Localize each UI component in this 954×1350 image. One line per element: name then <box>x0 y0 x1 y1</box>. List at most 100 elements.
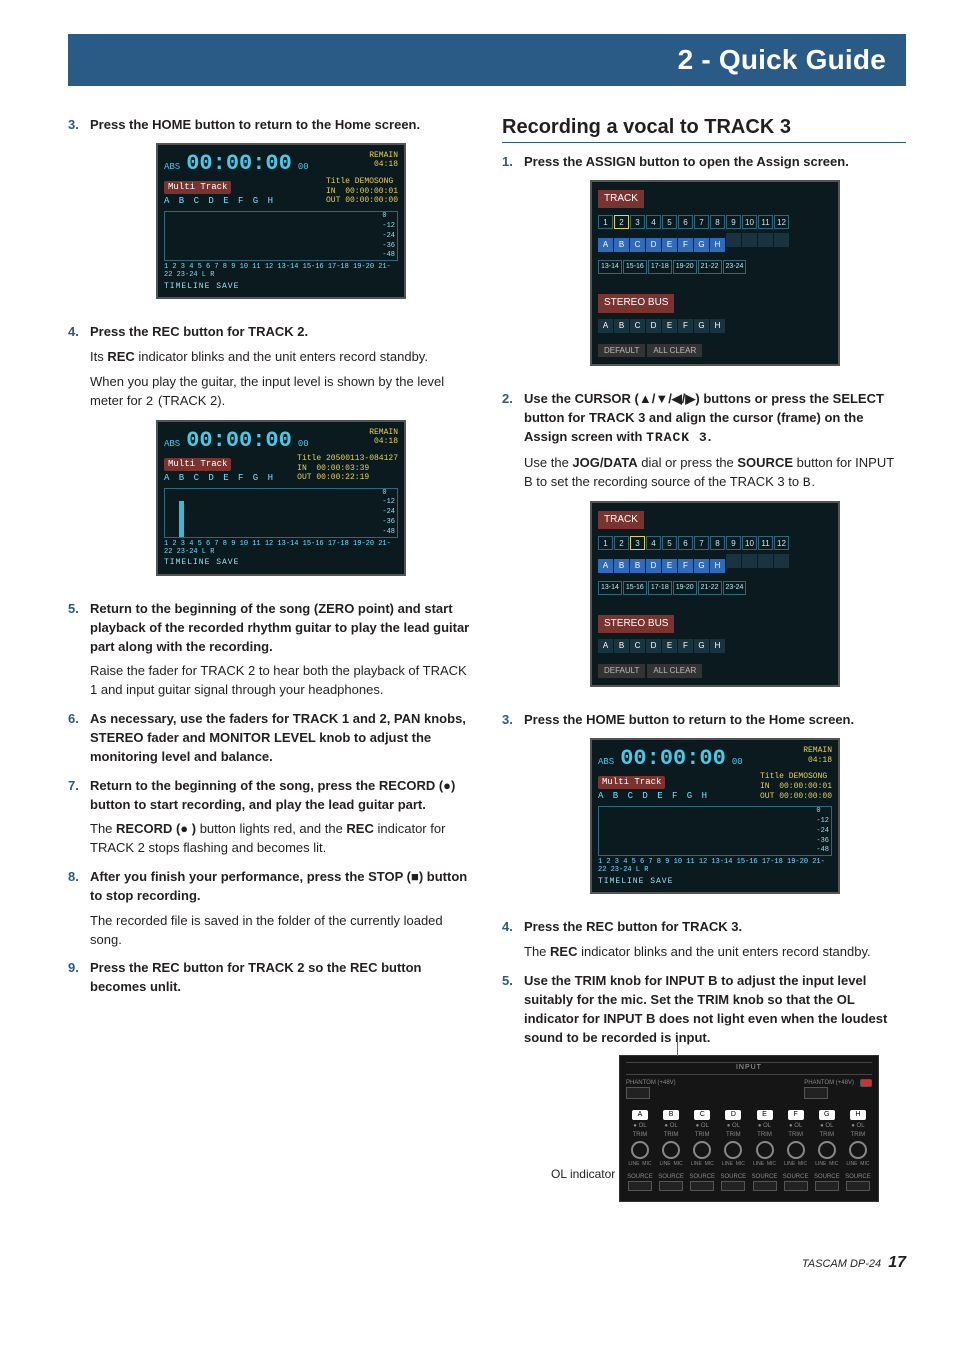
assign-buttons: DEFAULTALL CLEAR <box>598 340 832 359</box>
left-column: 3. Press the HOME button to return to th… <box>68 116 472 1226</box>
left-step-5: 5. Return to the beginning of the song (… <box>68 600 472 700</box>
step-number: 6. <box>68 710 90 767</box>
right-step-1: 1. Press the ASSIGN button to open the A… <box>502 153 906 380</box>
left-step-9: 9. Press the REC button for TRACK 2 so t… <box>68 959 472 997</box>
bottom-row: TIMELINE SAVE <box>164 558 398 568</box>
assign-screenshot: TRACK 123456789101112 ABCDEFGH 13-1415-1… <box>590 180 840 367</box>
trim-knob <box>724 1141 742 1159</box>
title-info: Title 20500113-084127 IN 00:00:03:39 OUT… <box>297 454 398 483</box>
right-steps: 1. Press the ASSIGN button to open the A… <box>502 153 906 1216</box>
bus-sources: ABCDEFGH <box>598 635 832 654</box>
trim-knob <box>662 1141 680 1159</box>
step-title: As necessary, use the faders for TRACK 1… <box>90 710 472 767</box>
step-text: The recorded file is saved in the folder… <box>90 912 472 950</box>
meter-area: 0-12-24-36-48 <box>164 488 398 538</box>
step-title: Press the REC button for TRACK 2 so the … <box>90 959 472 997</box>
left-steps: 3. Press the HOME button to return to th… <box>68 116 472 997</box>
source-button <box>721 1181 745 1191</box>
channel-g: G● OLTRIMLINE MIC <box>813 1103 841 1168</box>
meter-area: 0-12-24-36-48 <box>598 806 832 856</box>
trim-knob <box>756 1141 774 1159</box>
step-text: Use the JOG/DATA dial or press the SOURC… <box>524 454 906 493</box>
time-counter: 00:00:00 <box>186 428 292 453</box>
pair-row: 13-1415-1617-1819-2021-2223-24 <box>598 255 832 274</box>
channel-d: D● OLTRIMLINE MIC <box>719 1103 747 1168</box>
pair-row: 13-1415-1617-1819-2021-2223-24 <box>598 576 832 595</box>
home-screen-figure-2: ABS 00:00:00 00 REMAIN04:18 Multi Track … <box>90 420 472 576</box>
trim-knob <box>631 1141 649 1159</box>
stereo-bus-header: STEREO BUS <box>598 294 674 313</box>
home-screen-figure-3: ABS 00:00:00 00 REMAIN04:18 Multi Track … <box>524 738 906 894</box>
phantom-label-left: PHANTOM (+48V) <box>626 1079 676 1088</box>
channel-b: B● OLTRIMLINE MIC <box>657 1103 685 1168</box>
bus-sources: ABCDEFGH <box>598 315 832 334</box>
time-counter: 00:00:00 <box>620 746 726 771</box>
time-sub: 00 <box>732 757 743 767</box>
channel-h: H● OLTRIMLINE MIC <box>844 1103 872 1168</box>
callout-line <box>677 1042 678 1056</box>
phantom-switch <box>626 1087 650 1099</box>
trim-knob <box>849 1141 867 1159</box>
source-button <box>690 1181 714 1191</box>
lcd-screenshot: ABS 00:00:00 00 REMAIN04:18 Multi Track … <box>156 143 406 299</box>
assign-header: TRACK <box>598 511 644 530</box>
step-text: The RECORD (● ) button lights red, and t… <box>90 820 472 858</box>
phantom-label-right: PHANTOM (+48V) <box>804 1079 854 1088</box>
step-number: 9. <box>68 959 90 997</box>
left-step-3: 3. Press the HOME button to return to th… <box>68 116 472 313</box>
source-row: ABBDEFGH <box>598 554 832 574</box>
lcd-screenshot: ABS 00:00:00 00 REMAIN04:18 Multi Track … <box>590 738 840 894</box>
right-column: Recording a vocal to TRACK 3 1. Press th… <box>502 116 906 1226</box>
title-info: Title DEMOSONG IN 00:00:00:01 OUT 00:00:… <box>326 177 398 206</box>
bottom-row: TIMELINE SAVE <box>598 877 832 887</box>
channel-row: A● OLTRIMLINE MIC B● OLTRIMLINE MIC C● O… <box>626 1103 872 1168</box>
left-step-8: 8. After you finish your performance, pr… <box>68 868 472 949</box>
track-numbers: 123456789101112 <box>598 212 832 231</box>
trim-knob <box>787 1141 805 1159</box>
channel-f: F● OLTRIMLINE MIC <box>782 1103 810 1168</box>
step-number: 4. <box>502 918 524 962</box>
mode-badge: Multi Track <box>164 458 231 471</box>
right-step-2: 2. Use the CURSOR (▲/▼/◀/▶) buttons or p… <box>502 390 906 701</box>
footer-brand: TASCAM DP-24 <box>802 1258 881 1270</box>
right-step-4: 4. Press the REC button for TRACK 3. The… <box>502 918 906 962</box>
remain-block: REMAIN04:18 <box>369 151 398 170</box>
source-row: ABCDEFGH <box>598 233 832 253</box>
step-number: 3. <box>502 711 524 908</box>
lcd-screenshot: ABS 00:00:00 00 REMAIN04:18 Multi Track … <box>156 420 406 576</box>
source-button <box>628 1181 652 1191</box>
left-step-4: 4. Press the REC button for TRACK 2. Its… <box>68 323 472 590</box>
time-sub: 00 <box>298 162 309 172</box>
time-sub: 00 <box>298 439 309 449</box>
abs-label: ABS <box>598 757 614 767</box>
step-number: 8. <box>68 868 90 949</box>
step-number: 4. <box>68 323 90 590</box>
source-button <box>753 1181 777 1191</box>
step-text: Its REC indicator blinks and the unit en… <box>90 348 472 367</box>
step-number: 2. <box>502 390 524 701</box>
input-panel: INPUT PHANTOM (+48V) PHANTOM (+48V) A● O… <box>619 1055 879 1202</box>
step-title: Use the TRIM knob for INPUT B to adjust … <box>524 972 906 1047</box>
ol-indicator-caption: OL indicator <box>551 1166 615 1183</box>
assign-header: TRACK <box>598 190 644 209</box>
scale-row: 1 2 3 4 5 6 7 8 9 10 11 12 13-14 15-16 1… <box>598 858 832 875</box>
channel-c: C● OLTRIMLINE MIC <box>688 1103 716 1168</box>
step-number: 3. <box>68 116 90 313</box>
source-row: SOURCE SOURCE SOURCE SOURCE SOURCE SOURC… <box>626 1173 872 1192</box>
right-step-3: 3. Press the HOME button to return to th… <box>502 711 906 908</box>
left-step-6: 6. As necessary, use the faders for TRAC… <box>68 710 472 767</box>
step-title: Press the HOME button to return to the H… <box>524 711 906 730</box>
phantom-switch <box>804 1087 828 1099</box>
mode-badge: Multi Track <box>598 776 665 789</box>
home-screen-figure-1: ABS 00:00:00 00 REMAIN04:18 Multi Track … <box>90 143 472 299</box>
right-step-5: 5. Use the TRIM knob for INPUT B to adju… <box>502 972 906 1216</box>
step-number: 5. <box>68 600 90 700</box>
step-number: 7. <box>68 777 90 858</box>
trim-knob <box>818 1141 836 1159</box>
content-columns: 3. Press the HOME button to return to th… <box>68 116 906 1226</box>
step-title: Press the HOME button to return to the H… <box>90 116 472 135</box>
step-number: 1. <box>502 153 524 380</box>
step-number: 5. <box>502 972 524 1216</box>
step-title: Return to the beginning of the song (ZER… <box>90 600 472 657</box>
trim-knob <box>693 1141 711 1159</box>
